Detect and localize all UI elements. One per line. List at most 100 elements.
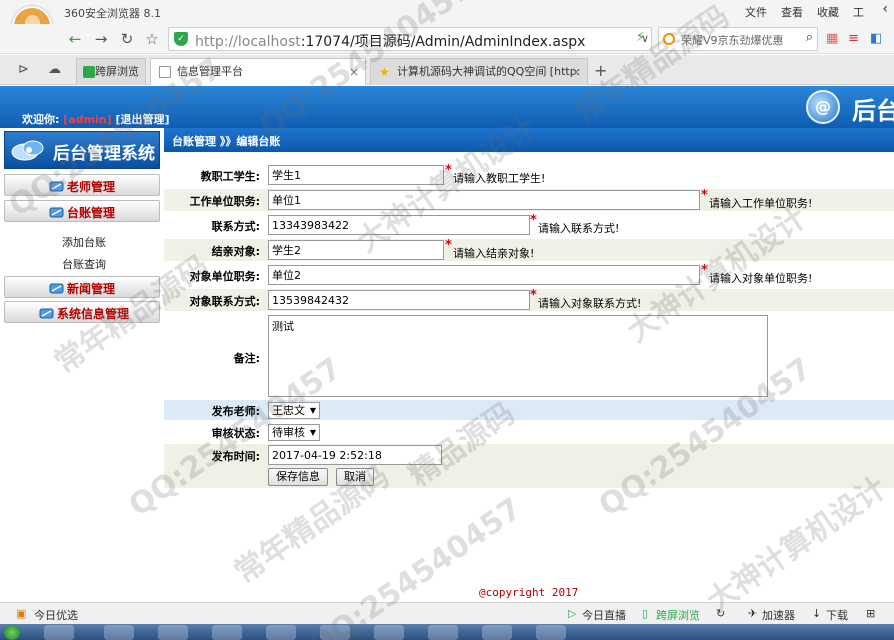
form-row-target-contact: 对象联系方式: * 请输入对象联系方式! (164, 288, 894, 311)
menu-item-icon (49, 207, 64, 218)
system-logo-icon (11, 140, 44, 161)
close-icon[interactable]: × (571, 59, 581, 85)
field-label: 联系方式: (211, 220, 260, 233)
field-label: 发布时间: (211, 450, 260, 463)
tab-qq-space[interactable]: ★ 计算机源码大神调试的QQ空间 [http: × (370, 58, 588, 85)
apps-grid-icon[interactable]: ▦ (826, 31, 838, 46)
form-row-review-status: 审核状态: 待审核 ▼ (164, 422, 894, 442)
field-hint: 请输入结亲对象! (453, 247, 535, 260)
taskbar-app-icon[interactable] (428, 625, 458, 640)
menu-item-icon (39, 308, 54, 319)
save-button[interactable]: 保存信息 (268, 468, 328, 486)
target-unit-input[interactable] (268, 265, 700, 285)
brand-title: 后台 (852, 97, 894, 125)
contact-input[interactable] (268, 215, 530, 235)
taskbar-app-icon[interactable] (44, 625, 74, 640)
menu-tools[interactable]: 工 (853, 4, 864, 20)
refresh-icon[interactable]: ↻ (116, 28, 138, 50)
form-row-publish-teacher: 发布老师: 王忠文 ▼ (164, 400, 894, 420)
submenu-query-ledger[interactable]: 台账查询 (62, 256, 106, 272)
field-label: 工作单位职务: (189, 195, 260, 208)
extension-icon[interactable]: ◧ (870, 31, 882, 46)
publish-time-input[interactable] (268, 445, 442, 465)
search-field[interactable]: 荣耀V9京东劲爆优惠 ⌕ (658, 27, 818, 51)
taskbar-app-icon[interactable] (212, 625, 242, 640)
new-tab-icon[interactable]: + (594, 61, 607, 80)
status-cross-screen[interactable]: 跨屏浏览 (656, 607, 700, 623)
sidebar-item-teacher[interactable]: 老师管理 (4, 174, 160, 196)
teacher-student-input[interactable] (268, 165, 444, 185)
page-icon (159, 66, 171, 78)
required-mark: * (701, 188, 708, 203)
breadcrumb-bar: 台账管理 》》编辑台账 (164, 128, 894, 152)
status-accelerator[interactable]: 加速器 (762, 607, 795, 623)
submenu-add-ledger[interactable]: 添加台账 (62, 234, 106, 250)
gift-icon: ▣ (16, 607, 27, 620)
back-arrow-icon[interactable]: ← (64, 28, 86, 50)
form-row-remarks: 备注: 测试 (164, 314, 894, 400)
remarks-textarea[interactable]: 测试 (268, 315, 768, 397)
rocket-icon: ✈ (748, 607, 758, 620)
start-orb-icon[interactable] (4, 625, 20, 640)
tab-info-platform[interactable]: 信息管理平台 × (150, 58, 366, 85)
browser-app-title: 360安全浏览器 8.1 (64, 7, 161, 20)
field-hint: 请输入对象单位职务! (709, 272, 813, 285)
menu-view[interactable]: 查看 (781, 4, 803, 20)
browser-tabbar: ⊳ ☁ 跨屏浏览 信息管理平台 × ★ 计算机源码大神调试的QQ空间 [http… (0, 55, 894, 85)
refresh-status-icon[interactable]: ↻ (716, 607, 725, 620)
layout-icon[interactable]: ⊞ (866, 607, 875, 620)
sidebar: 后台管理系统 老师管理 台账管理 添加台账 台账查询 新闻管理 系统信息管理 (0, 128, 164, 602)
forward-arrow-icon[interactable]: → (90, 28, 112, 50)
star-icon[interactable]: ☆ (141, 28, 163, 50)
sidebar-item-system-info[interactable]: 系统信息管理 (4, 301, 160, 323)
tab-label: 跨屏浏览 (95, 65, 139, 78)
taskbar-app-icon[interactable] (374, 625, 404, 640)
taskbar-app-icon[interactable] (104, 625, 134, 640)
url-text: http://localhost:17074/项目源码/Admin/AdminI… (195, 31, 585, 51)
welcome-prefix: 欢迎你: (22, 113, 60, 126)
sidebar-item-news[interactable]: 新闻管理 (4, 276, 160, 298)
pair-target-input[interactable] (268, 240, 444, 260)
taskbar-app-icon[interactable] (536, 625, 566, 640)
review-status-select[interactable]: 待审核 ▼ (268, 424, 320, 441)
required-mark: * (445, 238, 452, 253)
taskbar-app-icon[interactable] (158, 625, 188, 640)
window-controls-icon[interactable]: ‹ (882, 1, 888, 17)
app-header: 欢迎你: [admin] [退出管理] @ 后台 (0, 86, 894, 128)
menu-item-icon (49, 181, 64, 192)
taskbar-app-icon[interactable] (482, 625, 512, 640)
taskbar-app-icon[interactable] (320, 625, 350, 640)
taskbar-app-icon[interactable] (266, 625, 296, 640)
security-shield-icon: ✓ (174, 32, 188, 46)
cloud-icon[interactable]: ☁ (48, 62, 61, 77)
menu-item-icon (49, 283, 64, 294)
dropdown-arrow-icon: ▼ (309, 428, 316, 437)
url-dropdown-icon[interactable]: ∨ (634, 28, 656, 50)
os-taskbar (0, 624, 894, 640)
field-label: 对象联系方式: (189, 295, 260, 308)
status-live[interactable]: 今日直播 (582, 607, 626, 623)
status-download[interactable]: 下载 (826, 607, 848, 623)
select-value: 待审核 (272, 426, 305, 439)
cancel-button[interactable]: 取消 (336, 468, 374, 486)
tab-cross-screen[interactable]: 跨屏浏览 (76, 58, 146, 85)
logout-link[interactable]: [退出管理] (116, 113, 170, 126)
field-label: 审核状态: (211, 427, 260, 440)
sidebar-toggle-icon[interactable]: ⊳ (18, 62, 29, 77)
url-field[interactable]: ✓ http://localhost:17074/项目源码/Admin/Admi… (168, 27, 652, 51)
dropdown-arrow-icon: ▼ (309, 406, 316, 415)
work-unit-input[interactable] (268, 190, 700, 210)
field-label: 备注: (233, 352, 260, 365)
publish-teacher-select[interactable]: 王忠文 ▼ (268, 402, 320, 419)
menu-favorites[interactable]: 收藏 (817, 4, 839, 20)
field-hint: 请输入对象联系方式! (538, 297, 642, 310)
sidebar-item-label: 台账管理 (67, 206, 116, 220)
search-icon[interactable]: ⌕ (806, 30, 813, 45)
target-contact-input[interactable] (268, 290, 530, 310)
status-today-picks[interactable]: 今日优选 (34, 607, 78, 623)
menu-file[interactable]: 文件 (745, 4, 767, 20)
menu-icon[interactable]: ≡ (848, 31, 859, 46)
browser-titlebar: 360安全浏览器 8.1 文件 查看 收藏 工 ‹ (0, 0, 894, 46)
close-icon[interactable]: × (349, 59, 359, 85)
sidebar-item-ledger[interactable]: 台账管理 (4, 200, 160, 222)
